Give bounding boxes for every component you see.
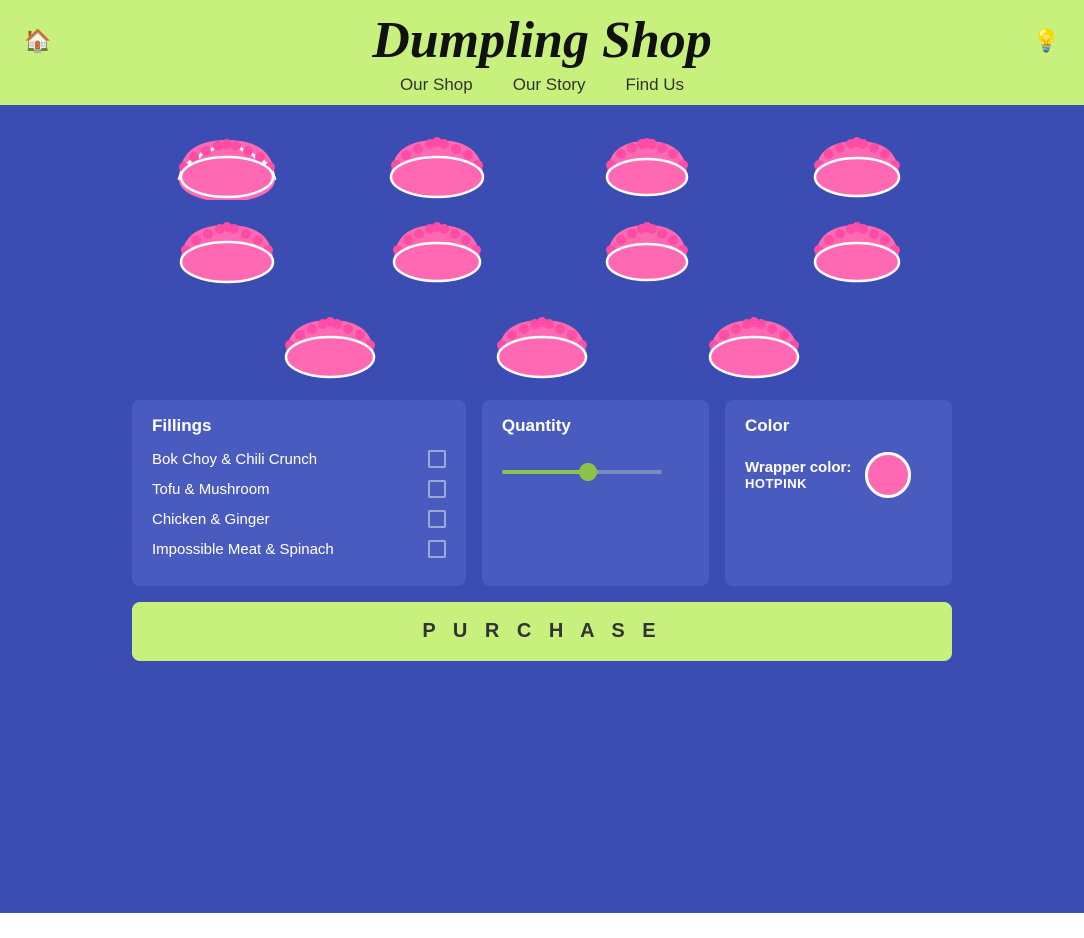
fillings-panel: Fillings Bok Choy & Chili Crunch Tofu & … [132, 400, 466, 586]
dumpling-grid-bottom [235, 305, 850, 380]
filling-item-2: Chicken & Ginger [152, 510, 446, 528]
dumpling-5[interactable] [132, 210, 322, 285]
filling-checkbox-2[interactable] [428, 510, 446, 528]
dumpling-7[interactable] [552, 210, 742, 285]
color-swatch[interactable] [865, 452, 911, 498]
filling-item-1: Tofu & Mushroom [152, 480, 446, 498]
wrapper-color-label: Wrapper color: [745, 459, 851, 476]
nav-our-shop[interactable]: Our Shop [400, 75, 473, 95]
dumpling-3[interactable] [552, 125, 742, 200]
home-icon[interactable]: 🏠 [24, 28, 51, 54]
dumpling-10[interactable] [446, 305, 638, 380]
light-icon[interactable]: 💡 [1033, 28, 1060, 54]
color-title: Color [745, 416, 932, 436]
dumpling-11[interactable] [658, 305, 850, 380]
fillings-title: Fillings [152, 416, 446, 436]
main-content: Fillings Bok Choy & Chili Crunch Tofu & … [0, 105, 1084, 913]
quantity-panel: Quantity [482, 400, 709, 586]
quantity-slider[interactable] [502, 470, 662, 474]
dumpling-1[interactable] [132, 125, 322, 200]
dumpling-6[interactable] [342, 210, 532, 285]
filling-label-3: Impossible Meat & Spinach [152, 541, 334, 558]
filling-label-0: Bok Choy & Chili Crunch [152, 451, 317, 468]
quantity-title: Quantity [502, 416, 689, 436]
page-title: Dumpling Shop [20, 12, 1064, 69]
controls-row: Fillings Bok Choy & Chili Crunch Tofu & … [132, 400, 952, 586]
filling-label-2: Chicken & Ginger [152, 511, 270, 528]
dumpling-9[interactable] [235, 305, 427, 380]
nav-our-story[interactable]: Our Story [513, 75, 586, 95]
dumpling-2[interactable] [342, 125, 532, 200]
filling-checkbox-0[interactable] [428, 450, 446, 468]
dumpling-4[interactable] [762, 125, 952, 200]
color-panel: Color Wrapper color: HOTPINK [725, 400, 952, 586]
slider-container [502, 470, 689, 474]
header: 🏠 Dumpling Shop Our Shop Our Story Find … [0, 0, 1084, 105]
color-row: Wrapper color: HOTPINK [745, 452, 932, 498]
nav-find-us[interactable]: Find Us [625, 75, 684, 95]
dumpling-grid-top [132, 125, 952, 285]
filling-item-0: Bok Choy & Chili Crunch [152, 450, 446, 468]
filling-checkbox-3[interactable] [428, 540, 446, 558]
filling-item-3: Impossible Meat & Spinach [152, 540, 446, 558]
color-name: HOTPINK [745, 476, 851, 491]
dumpling-8[interactable] [762, 210, 952, 285]
filling-label-1: Tofu & Mushroom [152, 481, 270, 498]
filling-checkbox-1[interactable] [428, 480, 446, 498]
purchase-button[interactable]: P U R C H A S E [132, 602, 952, 661]
nav: Our Shop Our Story Find Us [20, 75, 1064, 95]
